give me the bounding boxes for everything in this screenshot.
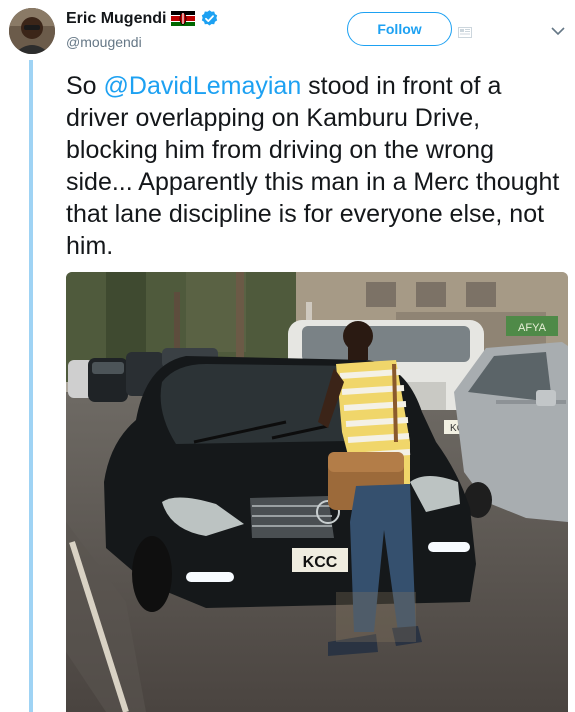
user-handle[interactable]: @mougendi (66, 34, 142, 50)
verified-badge-icon (200, 9, 219, 28)
avatar[interactable] (9, 8, 55, 54)
mention-link[interactable]: @DavidLemayian (104, 72, 302, 100)
author-name[interactable]: Eric Mugendi (66, 9, 219, 28)
follow-button[interactable]: Follow (347, 12, 452, 46)
tweet-text: So @DavidLemayian stood in front of a dr… (66, 70, 566, 262)
thread-line (29, 60, 33, 712)
display-name[interactable]: Eric Mugendi (66, 10, 166, 28)
kenya-flag-icon (171, 11, 196, 26)
car-plate-text: KCC (303, 554, 338, 571)
tweet-text-prefix: So (66, 72, 104, 100)
tweet-text-body: stood in front of a driver overlapping o… (66, 72, 560, 260)
shop-sign-text: AFYA (518, 322, 547, 334)
chevron-down-icon[interactable] (550, 24, 566, 36)
tweet-photo[interactable]: AFYA KC KCC (66, 272, 568, 712)
external-link-icon[interactable] (458, 25, 472, 38)
